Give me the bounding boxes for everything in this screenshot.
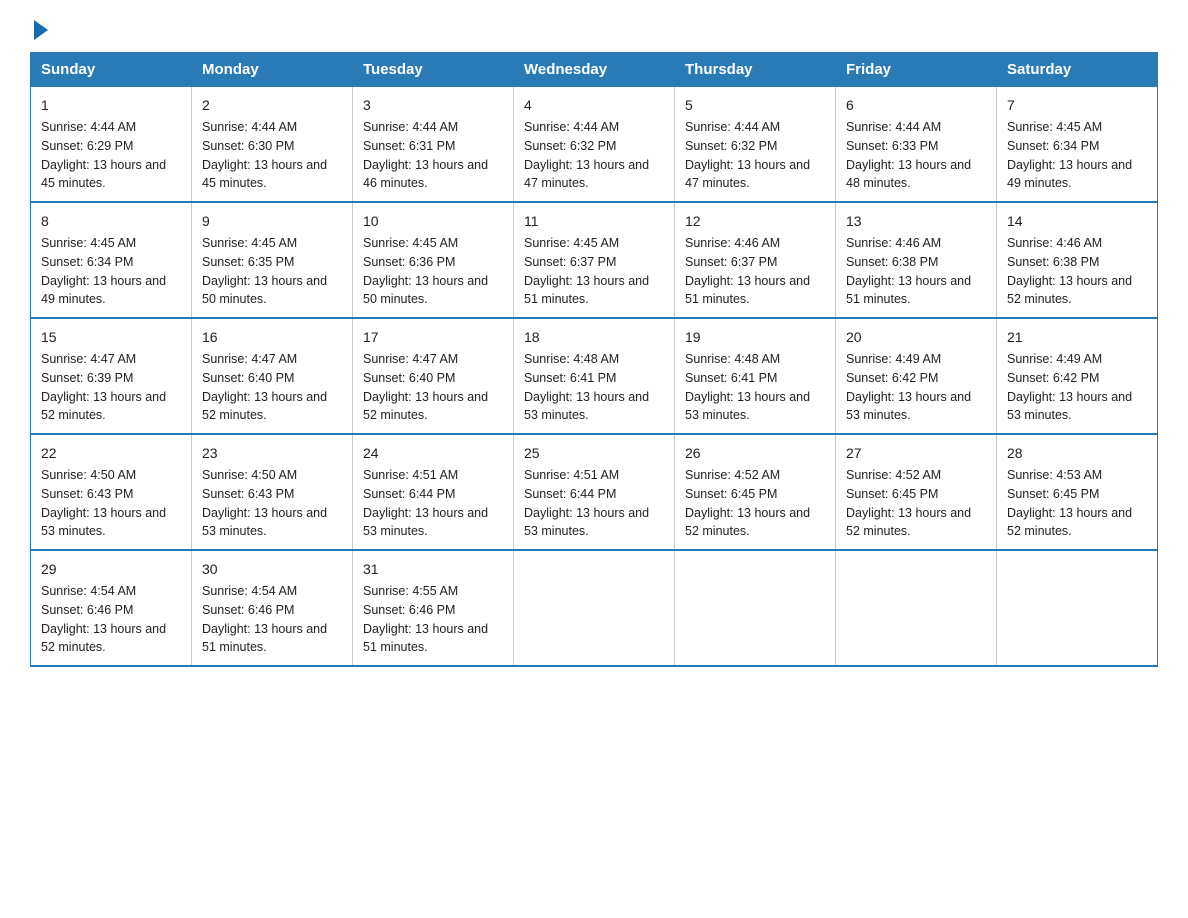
day-number: 28 [1007,443,1147,464]
calendar-cell: 19Sunrise: 4:48 AMSunset: 6:41 PMDayligh… [675,318,836,434]
day-number: 14 [1007,211,1147,232]
calendar-cell: 14Sunrise: 4:46 AMSunset: 6:38 PMDayligh… [997,202,1158,318]
day-number: 19 [685,327,825,348]
page-header [30,20,1158,36]
day-number: 16 [202,327,342,348]
calendar-header-monday: Monday [192,53,353,87]
calendar-cell: 11Sunrise: 4:45 AMSunset: 6:37 PMDayligh… [514,202,675,318]
calendar-cell: 6Sunrise: 4:44 AMSunset: 6:33 PMDaylight… [836,87,997,203]
calendar-cell: 28Sunrise: 4:53 AMSunset: 6:45 PMDayligh… [997,434,1158,550]
day-number: 9 [202,211,342,232]
calendar-cell: 31Sunrise: 4:55 AMSunset: 6:46 PMDayligh… [353,550,514,666]
calendar-week-row: 8Sunrise: 4:45 AMSunset: 6:34 PMDaylight… [31,202,1158,318]
day-number: 20 [846,327,986,348]
calendar-cell: 21Sunrise: 4:49 AMSunset: 6:42 PMDayligh… [997,318,1158,434]
calendar-week-row: 29Sunrise: 4:54 AMSunset: 6:46 PMDayligh… [31,550,1158,666]
calendar-cell: 1Sunrise: 4:44 AMSunset: 6:29 PMDaylight… [31,87,192,203]
day-number: 18 [524,327,664,348]
calendar-header-tuesday: Tuesday [353,53,514,87]
calendar-cell: 17Sunrise: 4:47 AMSunset: 6:40 PMDayligh… [353,318,514,434]
calendar-header-saturday: Saturday [997,53,1158,87]
calendar-cell: 13Sunrise: 4:46 AMSunset: 6:38 PMDayligh… [836,202,997,318]
day-number: 30 [202,559,342,580]
day-number: 7 [1007,95,1147,116]
calendar-week-row: 15Sunrise: 4:47 AMSunset: 6:39 PMDayligh… [31,318,1158,434]
day-number: 29 [41,559,181,580]
logo-arrow-icon [34,20,48,40]
calendar-cell: 4Sunrise: 4:44 AMSunset: 6:32 PMDaylight… [514,87,675,203]
calendar-header-sunday: Sunday [31,53,192,87]
day-number: 25 [524,443,664,464]
calendar-cell: 16Sunrise: 4:47 AMSunset: 6:40 PMDayligh… [192,318,353,434]
calendar-cell: 7Sunrise: 4:45 AMSunset: 6:34 PMDaylight… [997,87,1158,203]
day-number: 1 [41,95,181,116]
day-number: 21 [1007,327,1147,348]
day-number: 27 [846,443,986,464]
calendar-cell [836,550,997,666]
calendar-header-friday: Friday [836,53,997,87]
calendar-cell: 27Sunrise: 4:52 AMSunset: 6:45 PMDayligh… [836,434,997,550]
calendar-cell: 26Sunrise: 4:52 AMSunset: 6:45 PMDayligh… [675,434,836,550]
day-number: 4 [524,95,664,116]
day-number: 8 [41,211,181,232]
calendar-cell: 15Sunrise: 4:47 AMSunset: 6:39 PMDayligh… [31,318,192,434]
day-number: 26 [685,443,825,464]
logo [30,20,48,36]
calendar-cell: 20Sunrise: 4:49 AMSunset: 6:42 PMDayligh… [836,318,997,434]
day-number: 15 [41,327,181,348]
day-number: 24 [363,443,503,464]
calendar-cell: 18Sunrise: 4:48 AMSunset: 6:41 PMDayligh… [514,318,675,434]
day-number: 31 [363,559,503,580]
calendar-cell [997,550,1158,666]
day-number: 5 [685,95,825,116]
day-number: 3 [363,95,503,116]
calendar-cell [514,550,675,666]
calendar-cell: 12Sunrise: 4:46 AMSunset: 6:37 PMDayligh… [675,202,836,318]
calendar-cell: 24Sunrise: 4:51 AMSunset: 6:44 PMDayligh… [353,434,514,550]
calendar-cell: 30Sunrise: 4:54 AMSunset: 6:46 PMDayligh… [192,550,353,666]
calendar-cell: 8Sunrise: 4:45 AMSunset: 6:34 PMDaylight… [31,202,192,318]
calendar-cell: 22Sunrise: 4:50 AMSunset: 6:43 PMDayligh… [31,434,192,550]
calendar-cell: 2Sunrise: 4:44 AMSunset: 6:30 PMDaylight… [192,87,353,203]
calendar-cell: 29Sunrise: 4:54 AMSunset: 6:46 PMDayligh… [31,550,192,666]
day-number: 6 [846,95,986,116]
day-number: 2 [202,95,342,116]
calendar-cell: 3Sunrise: 4:44 AMSunset: 6:31 PMDaylight… [353,87,514,203]
calendar-cell: 9Sunrise: 4:45 AMSunset: 6:35 PMDaylight… [192,202,353,318]
day-number: 17 [363,327,503,348]
calendar-cell: 10Sunrise: 4:45 AMSunset: 6:36 PMDayligh… [353,202,514,318]
calendar-cell [675,550,836,666]
calendar-cell: 23Sunrise: 4:50 AMSunset: 6:43 PMDayligh… [192,434,353,550]
calendar-table: SundayMondayTuesdayWednesdayThursdayFrid… [30,52,1158,667]
day-number: 12 [685,211,825,232]
calendar-week-row: 1Sunrise: 4:44 AMSunset: 6:29 PMDaylight… [31,87,1158,203]
calendar-header-wednesday: Wednesday [514,53,675,87]
calendar-cell: 5Sunrise: 4:44 AMSunset: 6:32 PMDaylight… [675,87,836,203]
calendar-cell: 25Sunrise: 4:51 AMSunset: 6:44 PMDayligh… [514,434,675,550]
day-number: 22 [41,443,181,464]
calendar-header-thursday: Thursday [675,53,836,87]
calendar-week-row: 22Sunrise: 4:50 AMSunset: 6:43 PMDayligh… [31,434,1158,550]
day-number: 11 [524,211,664,232]
day-number: 10 [363,211,503,232]
calendar-header-row: SundayMondayTuesdayWednesdayThursdayFrid… [31,53,1158,87]
day-number: 23 [202,443,342,464]
day-number: 13 [846,211,986,232]
